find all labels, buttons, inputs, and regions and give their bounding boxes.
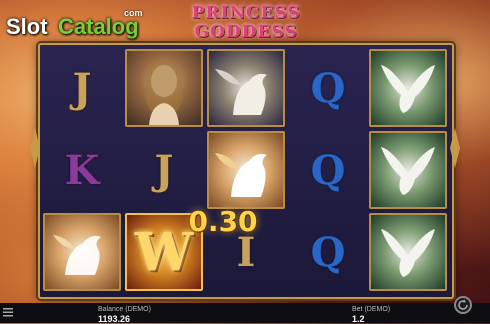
reel-4: Q Q Q <box>288 47 368 293</box>
slotcatalog-watermark: Slot Catalog com <box>6 4 156 40</box>
reel-5 <box>368 47 448 293</box>
reel-grid: J K J W I Q Q Q <box>42 47 448 293</box>
symbol-dove <box>369 213 447 291</box>
logo-princess: PRINCESS <box>191 3 301 23</box>
symbol-pegasus <box>207 131 285 209</box>
symbol-j: J <box>72 64 92 112</box>
win-amount: 0.30 <box>188 205 258 238</box>
symbol-q: Q <box>310 64 346 112</box>
balance-label: Balance (DEMO) <box>98 306 151 313</box>
bet-label: Bet (DEMO) <box>352 306 391 313</box>
game-logo: PRINCESS GODDESS <box>176 0 316 46</box>
symbol-q: Q <box>310 228 346 276</box>
reel-1: J K <box>42 47 122 293</box>
watermark-slot-text: Slot <box>6 14 48 39</box>
symbol-pegasus <box>43 213 121 291</box>
symbol-j: J <box>154 146 174 194</box>
reel-2: J W <box>124 47 204 293</box>
symbol-princess <box>125 49 203 127</box>
footer-bar <box>0 303 490 323</box>
pegasus-icon <box>215 153 267 197</box>
symbol-dove <box>369 131 447 209</box>
symbol-q: Q <box>310 146 346 194</box>
princess-icon <box>145 59 183 125</box>
dove-icon <box>381 147 435 195</box>
dove-icon <box>381 229 435 277</box>
symbol-pegasus <box>207 49 285 127</box>
symbol-dove <box>369 49 447 127</box>
menu-icon[interactable] <box>2 306 14 318</box>
pegasus-icon <box>215 69 267 115</box>
logo-goddess: GODDESS <box>194 22 298 42</box>
pegasus-icon <box>53 235 101 275</box>
dove-icon <box>381 65 435 113</box>
watermark-com-text: com <box>124 8 143 18</box>
symbol-k: K <box>64 146 100 194</box>
spin-button[interactable] <box>454 296 472 314</box>
reel-3: I <box>206 47 286 293</box>
refresh-icon <box>458 299 468 310</box>
